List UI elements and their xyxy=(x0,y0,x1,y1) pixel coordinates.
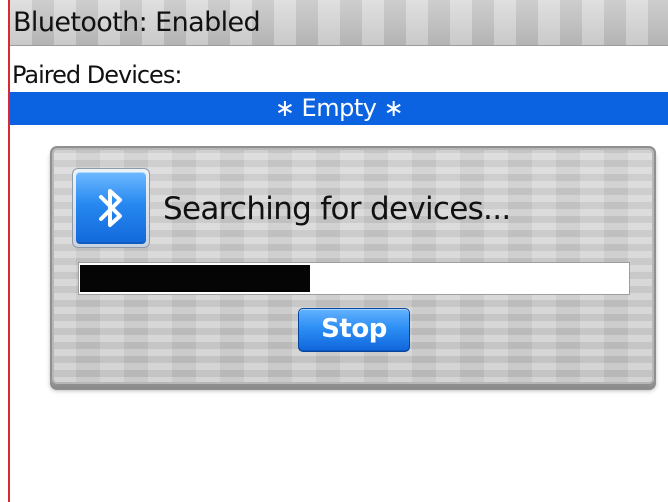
paired-devices-label: Paired Devices: xyxy=(12,61,182,89)
stop-button[interactable]: Stop xyxy=(298,308,410,352)
bluetooth-icon-frame xyxy=(72,168,150,248)
search-progress-fill xyxy=(80,265,310,292)
paired-device-empty-row[interactable]: ∗ Empty ∗ xyxy=(10,92,668,125)
bluetooth-status-text: Bluetooth: Enabled xyxy=(13,7,261,38)
searching-message: Searching for devices... xyxy=(163,191,511,227)
status-bar: Bluetooth: Enabled xyxy=(10,0,668,46)
bluetooth-icon xyxy=(76,172,146,244)
search-progress-bar xyxy=(78,262,630,295)
empty-list-text: ∗ Empty ∗ xyxy=(274,94,404,122)
searching-dialog: Searching for devices... Stop xyxy=(50,146,656,386)
left-edge-rule xyxy=(8,0,10,502)
